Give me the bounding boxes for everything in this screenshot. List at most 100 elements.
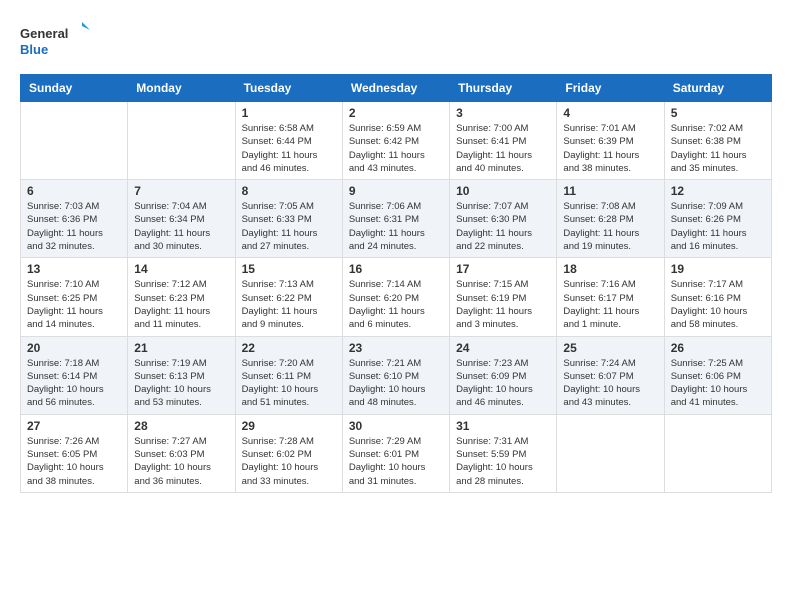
calendar-cell	[557, 414, 664, 492]
day-number: 11	[563, 184, 657, 198]
day-info: Sunrise: 7:01 AM Sunset: 6:39 PM Dayligh…	[563, 122, 657, 175]
day-number: 5	[671, 106, 765, 120]
calendar-cell: 15 Sunrise: 7:13 AM Sunset: 6:22 PM Dayli…	[235, 258, 342, 336]
day-info: Sunrise: 7:00 AM Sunset: 6:41 PM Dayligh…	[456, 122, 550, 175]
calendar-cell: 18 Sunrise: 7:16 AM Sunset: 6:17 PM Dayli…	[557, 258, 664, 336]
svg-text:Blue: Blue	[20, 42, 48, 57]
logo: General Blue	[20, 20, 90, 64]
day-number: 16	[349, 262, 443, 276]
calendar-cell: 27 Sunrise: 7:26 AM Sunset: 6:05 PM Dayli…	[21, 414, 128, 492]
day-number: 14	[134, 262, 228, 276]
calendar-cell: 7 Sunrise: 7:04 AM Sunset: 6:34 PM Daylig…	[128, 180, 235, 258]
weekday-header-row: SundayMondayTuesdayWednesdayThursdayFrid…	[21, 75, 772, 102]
day-number: 6	[27, 184, 121, 198]
weekday-header-tuesday: Tuesday	[235, 75, 342, 102]
day-number: 22	[242, 341, 336, 355]
calendar-cell: 30 Sunrise: 7:29 AM Sunset: 6:01 PM Dayli…	[342, 414, 449, 492]
day-info: Sunrise: 7:03 AM Sunset: 6:36 PM Dayligh…	[27, 200, 121, 253]
day-number: 27	[27, 419, 121, 433]
day-info: Sunrise: 7:17 AM Sunset: 6:16 PM Dayligh…	[671, 278, 765, 331]
calendar-cell: 26Sunrise: 7:25 AM Sunset: 6:06 PM Dayli…	[664, 336, 771, 414]
day-number: 13	[27, 262, 121, 276]
day-info: Sunrise: 7:02 AM Sunset: 6:38 PM Dayligh…	[671, 122, 765, 175]
calendar-cell: 31Sunrise: 7:31 AM Sunset: 5:59 PM Dayli…	[450, 414, 557, 492]
weekday-header-wednesday: Wednesday	[342, 75, 449, 102]
day-number: 18	[563, 262, 657, 276]
day-info: Sunrise: 7:18 AM Sunset: 6:14 PM Dayligh…	[27, 357, 121, 410]
weekday-header-monday: Monday	[128, 75, 235, 102]
day-info: Sunrise: 7:05 AM Sunset: 6:33 PM Dayligh…	[242, 200, 336, 253]
calendar-cell: 19 Sunrise: 7:17 AM Sunset: 6:16 PM Dayli…	[664, 258, 771, 336]
week-row-2: 6 Sunrise: 7:03 AM Sunset: 6:36 PM Daylig…	[21, 180, 772, 258]
calendar-cell: 20 Sunrise: 7:18 AM Sunset: 6:14 PM Dayli…	[21, 336, 128, 414]
day-number: 28	[134, 419, 228, 433]
weekday-header-sunday: Sunday	[21, 75, 128, 102]
calendar-cell: 21 Sunrise: 7:19 AM Sunset: 6:13 PM Dayli…	[128, 336, 235, 414]
day-info: Sunrise: 7:27 AM Sunset: 6:03 PM Dayligh…	[134, 435, 228, 488]
day-info: Sunrise: 7:12 AM Sunset: 6:23 PM Dayligh…	[134, 278, 228, 331]
calendar-cell: 1 Sunrise: 6:58 AM Sunset: 6:44 PM Daylig…	[235, 102, 342, 180]
day-info: Sunrise: 7:08 AM Sunset: 6:28 PM Dayligh…	[563, 200, 657, 253]
calendar-cell: 3 Sunrise: 7:00 AM Sunset: 6:41 PM Daylig…	[450, 102, 557, 180]
day-info: Sunrise: 7:16 AM Sunset: 6:17 PM Dayligh…	[563, 278, 657, 331]
day-info: Sunrise: 7:19 AM Sunset: 6:13 PM Dayligh…	[134, 357, 228, 410]
day-info: Sunrise: 7:26 AM Sunset: 6:05 PM Dayligh…	[27, 435, 121, 488]
day-info: Sunrise: 7:28 AM Sunset: 6:02 PM Dayligh…	[242, 435, 336, 488]
day-info: Sunrise: 6:59 AM Sunset: 6:42 PM Dayligh…	[349, 122, 443, 175]
calendar-cell: 5 Sunrise: 7:02 AM Sunset: 6:38 PM Daylig…	[664, 102, 771, 180]
day-info: Sunrise: 7:15 AM Sunset: 6:19 PM Dayligh…	[456, 278, 550, 331]
calendar-cell: 6 Sunrise: 7:03 AM Sunset: 6:36 PM Daylig…	[21, 180, 128, 258]
day-info: Sunrise: 7:24 AM Sunset: 6:07 PM Dayligh…	[563, 357, 657, 410]
week-row-3: 13 Sunrise: 7:10 AM Sunset: 6:25 PM Dayli…	[21, 258, 772, 336]
calendar-cell: 12 Sunrise: 7:09 AM Sunset: 6:26 PM Dayli…	[664, 180, 771, 258]
day-info: Sunrise: 7:13 AM Sunset: 6:22 PM Dayligh…	[242, 278, 336, 331]
day-info: Sunrise: 7:07 AM Sunset: 6:30 PM Dayligh…	[456, 200, 550, 253]
day-number: 21	[134, 341, 228, 355]
day-number: 20	[27, 341, 121, 355]
page-header: General Blue	[20, 20, 772, 64]
day-number: 2	[349, 106, 443, 120]
calendar-cell: 16Sunrise: 7:14 AM Sunset: 6:20 PM Dayli…	[342, 258, 449, 336]
calendar-cell: 13 Sunrise: 7:10 AM Sunset: 6:25 PM Dayli…	[21, 258, 128, 336]
calendar-cell: 11 Sunrise: 7:08 AM Sunset: 6:28 PM Dayli…	[557, 180, 664, 258]
day-info: Sunrise: 7:06 AM Sunset: 6:31 PM Dayligh…	[349, 200, 443, 253]
day-info: Sunrise: 6:58 AM Sunset: 6:44 PM Dayligh…	[242, 122, 336, 175]
day-info: Sunrise: 7:09 AM Sunset: 6:26 PM Dayligh…	[671, 200, 765, 253]
calendar-cell	[21, 102, 128, 180]
day-number: 10	[456, 184, 550, 198]
day-number: 4	[563, 106, 657, 120]
day-number: 15	[242, 262, 336, 276]
day-info: Sunrise: 7:29 AM Sunset: 6:01 PM Dayligh…	[349, 435, 443, 488]
weekday-header-thursday: Thursday	[450, 75, 557, 102]
calendar-cell: 17 Sunrise: 7:15 AM Sunset: 6:19 PM Dayli…	[450, 258, 557, 336]
day-number: 19	[671, 262, 765, 276]
day-number: 17	[456, 262, 550, 276]
day-number: 30	[349, 419, 443, 433]
day-info: Sunrise: 7:04 AM Sunset: 6:34 PM Dayligh…	[134, 200, 228, 253]
day-number: 23	[349, 341, 443, 355]
calendar-cell: 8 Sunrise: 7:05 AM Sunset: 6:33 PM Daylig…	[235, 180, 342, 258]
calendar-cell: 4 Sunrise: 7:01 AM Sunset: 6:39 PM Daylig…	[557, 102, 664, 180]
day-number: 24	[456, 341, 550, 355]
day-number: 7	[134, 184, 228, 198]
day-number: 3	[456, 106, 550, 120]
day-number: 31	[456, 419, 550, 433]
calendar-cell: 2 Sunrise: 6:59 AM Sunset: 6:42 PM Daylig…	[342, 102, 449, 180]
day-number: 8	[242, 184, 336, 198]
svg-text:General: General	[20, 26, 68, 41]
day-number: 9	[349, 184, 443, 198]
week-row-1: 1 Sunrise: 6:58 AM Sunset: 6:44 PM Daylig…	[21, 102, 772, 180]
calendar-cell: 9 Sunrise: 7:06 AM Sunset: 6:31 PM Daylig…	[342, 180, 449, 258]
day-number: 12	[671, 184, 765, 198]
logo-svg: General Blue	[20, 20, 90, 64]
calendar-cell: 24Sunrise: 7:23 AM Sunset: 6:09 PM Dayli…	[450, 336, 557, 414]
calendar-cell: 10 Sunrise: 7:07 AM Sunset: 6:30 PM Dayli…	[450, 180, 557, 258]
day-number: 25	[563, 341, 657, 355]
day-info: Sunrise: 7:10 AM Sunset: 6:25 PM Dayligh…	[27, 278, 121, 331]
week-row-4: 20 Sunrise: 7:18 AM Sunset: 6:14 PM Dayli…	[21, 336, 772, 414]
calendar-cell	[128, 102, 235, 180]
day-number: 1	[242, 106, 336, 120]
weekday-header-saturday: Saturday	[664, 75, 771, 102]
week-row-5: 27 Sunrise: 7:26 AM Sunset: 6:05 PM Dayli…	[21, 414, 772, 492]
day-number: 29	[242, 419, 336, 433]
